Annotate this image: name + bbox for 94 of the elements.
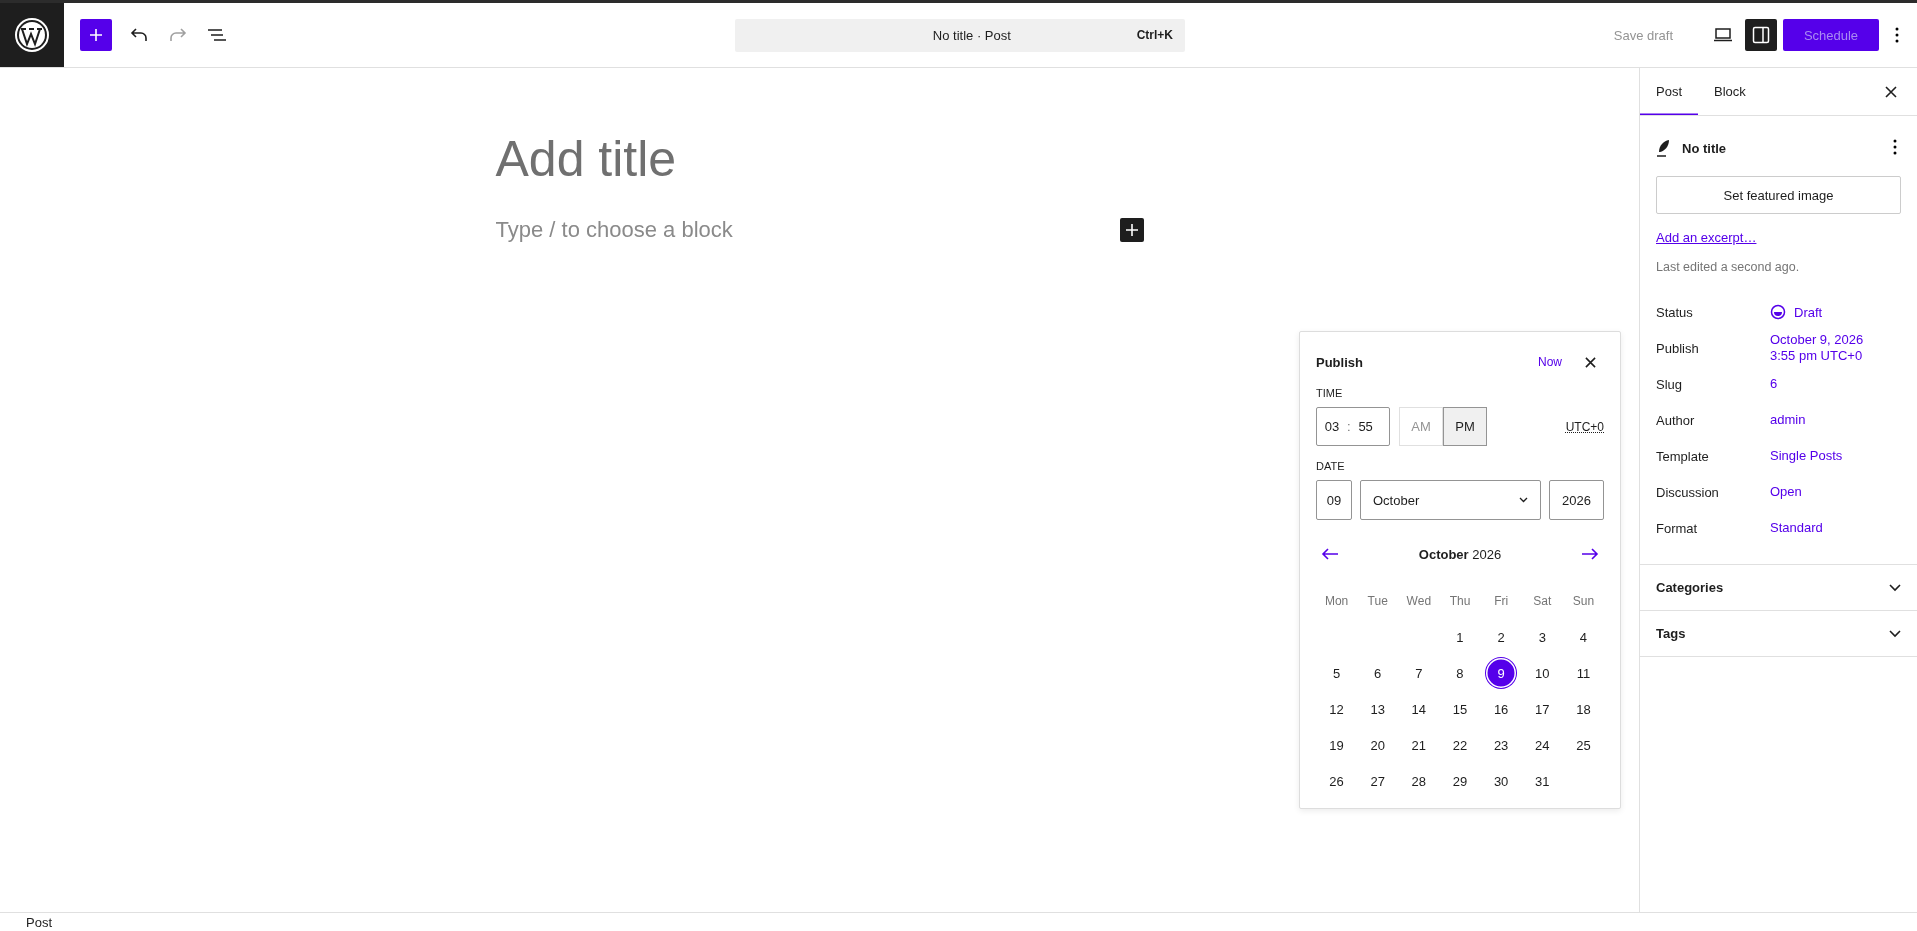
weekday-label: Wed: [1405, 594, 1433, 610]
panel-header[interactable]: Tags: [1640, 611, 1917, 657]
calendar-day[interactable]: 26: [1321, 766, 1352, 796]
timezone-label: UTC+0: [1565, 419, 1604, 434]
weekday-label: Sun: [1571, 594, 1596, 610]
weekday-label: Mon: [1323, 594, 1350, 610]
plus-icon: [1124, 223, 1139, 237]
sidebar-tab[interactable]: Post: [1640, 68, 1698, 115]
time-label: TIME: [1316, 387, 1344, 399]
calendar-day[interactable]: 17: [1527, 694, 1558, 724]
calendar-day[interactable]: 10: [1527, 658, 1558, 688]
field-label: Author: [1656, 412, 1695, 428]
sidebar-tab[interactable]: Block: [1698, 68, 1762, 115]
weekday-label: Tue: [1366, 594, 1389, 610]
calendar-day[interactable]: 4: [1568, 622, 1599, 652]
calendar-day[interactable]: 6: [1362, 658, 1393, 688]
weekday-label: Thu: [1448, 594, 1472, 610]
date-label: DATE: [1316, 460, 1346, 472]
field-value-button[interactable]: Open: [1770, 484, 1802, 500]
calendar-day[interactable]: 12: [1321, 694, 1352, 724]
panel-header[interactable]: Categories: [1640, 565, 1917, 611]
calendar-day[interactable]: 1: [1445, 622, 1475, 652]
calendar-day[interactable]: 29: [1445, 766, 1475, 796]
calendar-day[interactable]: 9: [1486, 658, 1517, 688]
calendar-day[interactable]: 21: [1403, 730, 1434, 760]
month-select[interactable]: October: [1360, 480, 1541, 520]
close-icon: [1885, 85, 1897, 98]
calendar-day[interactable]: 19: [1321, 730, 1352, 760]
calendar-day[interactable]: 8: [1445, 658, 1475, 688]
popover-title: Publish: [1316, 354, 1364, 370]
kebab-menu-icon: [1893, 138, 1897, 155]
calendar-day[interactable]: 14: [1403, 694, 1434, 724]
arrow-right-icon: [1581, 548, 1599, 560]
plus-icon: [89, 28, 103, 42]
feather-icon: [1656, 139, 1670, 157]
year-field[interactable]: 2026: [1549, 480, 1604, 520]
wordpress-logo[interactable]: [0, 3, 64, 67]
draft-status-icon: [1770, 304, 1786, 320]
now-button[interactable]: Now: [1532, 355, 1568, 369]
calendar-caption: October 2026: [1418, 546, 1502, 562]
calendar-day[interactable]: 2: [1486, 622, 1517, 652]
field-label: Status: [1656, 304, 1693, 320]
sidebar-icon: [1752, 26, 1770, 44]
kebab-menu-icon: [1895, 27, 1899, 43]
field-value-button[interactable]: admin: [1770, 412, 1806, 428]
calendar-day[interactable]: 13: [1362, 694, 1393, 724]
time-field[interactable]: 03 : 55: [1316, 407, 1390, 446]
calendar-day[interactable]: 11: [1568, 658, 1599, 688]
publish-date-button[interactable]: October 9, 2026 3:55 pm UTC+0: [1770, 332, 1864, 364]
settings-sidebar-toggle[interactable]: [1745, 19, 1777, 51]
calendar-day[interactable]: 28: [1403, 766, 1434, 796]
featured-image-button[interactable]: Set featured image: [1656, 176, 1901, 214]
calendar-day[interactable]: 7: [1403, 658, 1434, 688]
field-label: Publish: [1656, 340, 1699, 356]
calendar-day[interactable]: 20: [1362, 730, 1393, 760]
list-view-icon: [208, 28, 226, 42]
breadcrumb-link[interactable]: Post: [20, 914, 58, 930]
redo-icon: [169, 28, 187, 42]
chevron-icon: [1519, 497, 1528, 503]
calendar-day[interactable]: 5: [1321, 658, 1352, 688]
calendar-day[interactable]: 24: [1527, 730, 1558, 760]
arrow-left-icon: [1321, 548, 1339, 560]
field-value-button[interactable]: Single Posts: [1770, 448, 1843, 464]
meridiem-toggle[interactable]: PM: [1443, 407, 1487, 446]
field-label: Discussion: [1656, 484, 1719, 500]
title-placeholder[interactable]: Add title: [495, 132, 1144, 187]
field-label: Slug: [1656, 376, 1683, 392]
laptop-icon: [1713, 28, 1733, 42]
day-field[interactable]: 09: [1316, 480, 1352, 520]
status-button[interactable]: Draft: [1770, 304, 1823, 320]
last-edited-text: Last edited a second ago.: [1656, 260, 1801, 274]
calendar-day[interactable]: 18: [1568, 694, 1599, 724]
calendar-day[interactable]: 25: [1568, 730, 1599, 760]
wordpress-logo-icon: [14, 17, 50, 53]
command-bar[interactable]: No title · Post Ctrl+K: [735, 18, 1185, 52]
calendar-day[interactable]: 22: [1445, 730, 1475, 760]
calendar-day[interactable]: 31: [1527, 766, 1558, 796]
calendar-day[interactable]: 16: [1486, 694, 1517, 724]
field-label: Template: [1656, 448, 1709, 464]
calendar-day[interactable]: 15: [1445, 694, 1475, 724]
weekday-label: Fri: [1493, 594, 1510, 610]
excerpt-link[interactable]: Add an excerpt…: [1656, 230, 1757, 245]
field-value-button[interactable]: 6: [1770, 376, 1778, 392]
weekday-label: Sat: [1532, 594, 1553, 610]
undo-icon: [130, 28, 148, 42]
calendar-day[interactable]: 27: [1362, 766, 1393, 796]
field-label: Format: [1656, 520, 1698, 536]
field-value-button[interactable]: Standard: [1770, 520, 1823, 536]
calendar-day[interactable]: 30: [1486, 766, 1517, 796]
close-icon: [1584, 356, 1596, 368]
calendar-day[interactable]: 23: [1486, 730, 1517, 760]
add-block-button[interactable]: [1119, 218, 1144, 242]
post-title: No title: [1682, 140, 1728, 156]
calendar-day[interactable]: 3: [1527, 622, 1558, 652]
